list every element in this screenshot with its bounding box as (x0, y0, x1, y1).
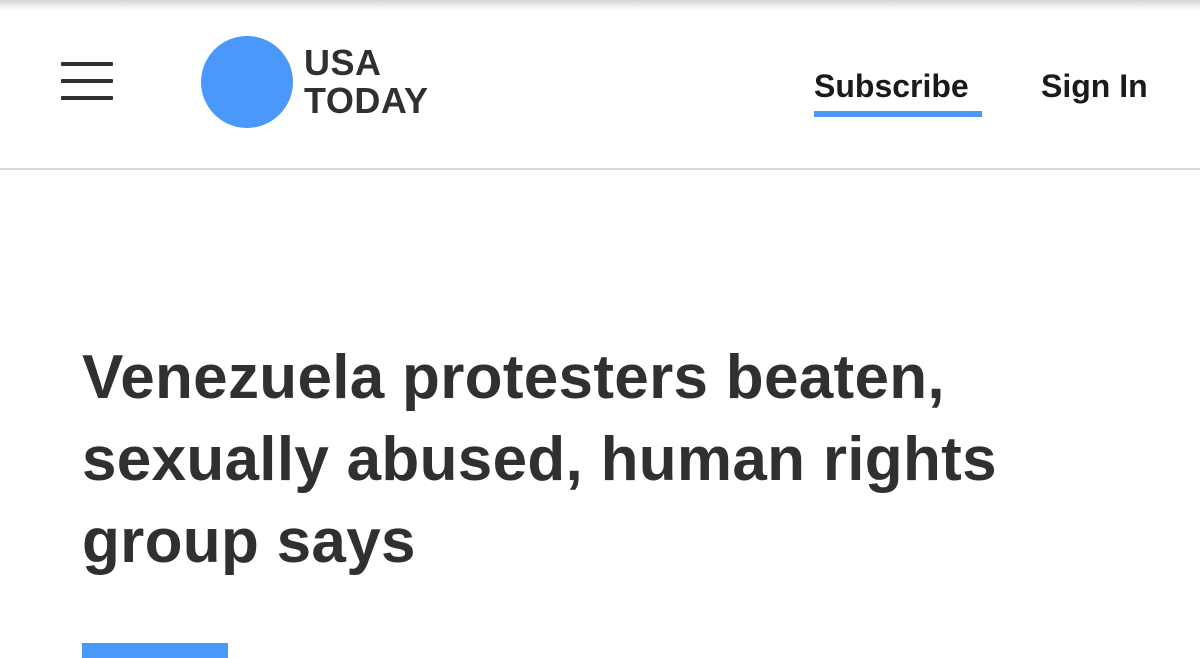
headline-accent-bar (82, 643, 228, 658)
article-headline: Venezuela protesters beaten, sexually ab… (82, 343, 997, 576)
logo-line-1: USA (304, 42, 382, 83)
sign-in-link[interactable]: Sign In (1041, 66, 1148, 106)
subscribe-underline (814, 111, 982, 117)
logo-circle-icon (201, 36, 293, 128)
logo-wordmark: USA TODAY (304, 44, 429, 120)
page: USA TODAY Subscribe Sign In Venezuela pr… (0, 0, 1200, 658)
subscribe-link[interactable]: Subscribe (814, 66, 969, 106)
site-header: USA TODAY Subscribe Sign In (0, 10, 1200, 170)
menu-bar (61, 79, 113, 83)
menu-bar (61, 96, 113, 100)
top-shadow (0, 0, 1200, 10)
hamburger-menu-icon[interactable] (58, 58, 116, 104)
usa-today-logo[interactable]: USA TODAY (201, 36, 461, 130)
logo-line-2: TODAY (304, 80, 429, 121)
menu-bar (61, 62, 113, 66)
